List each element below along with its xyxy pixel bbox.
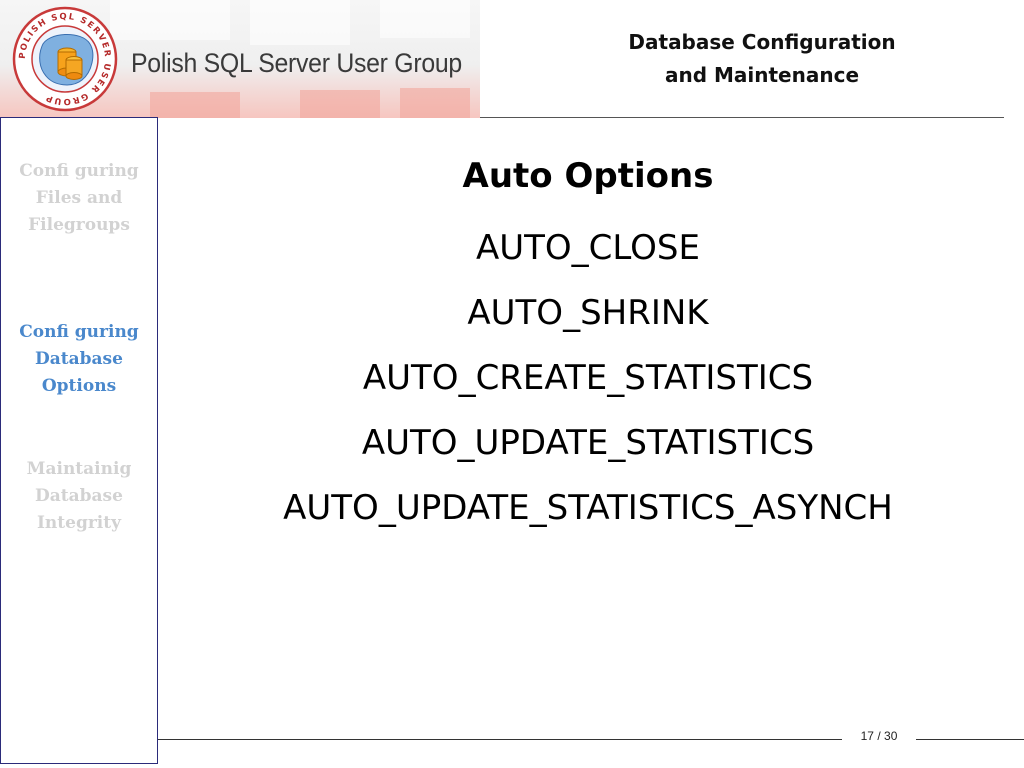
sidebar-item-database-options[interactable]: Confi guring Database Options: [1, 319, 157, 400]
group-logo-icon: POLISH SQL SERVER USER GROUP: [12, 6, 118, 112]
slide-title-line-1: Database Configuration: [628, 30, 896, 54]
sidebar-item-database-integrity[interactable]: Maintainig Database Integrity: [1, 456, 157, 537]
footer-divider-left: [158, 739, 842, 740]
option-auto-close: AUTO_CLOSE: [476, 228, 700, 268]
page-total: 30: [884, 729, 898, 743]
header-banner: POLISH SQL SERVER USER GROUP Polish SQL …: [0, 0, 480, 118]
footer-divider-right: [916, 739, 1024, 740]
brand-name: Polish SQL Server User Group: [131, 48, 462, 78]
page-number: 17 / 30: [846, 729, 912, 743]
sidebar-nav: Confi guring Files and Filegroups Confi …: [0, 117, 158, 764]
option-auto-create-statistics: AUTO_CREATE_STATISTICS: [362, 358, 814, 398]
page-separator: /: [877, 729, 881, 743]
section-heading: Auto Options: [462, 156, 714, 196]
slide-title-line-2: and Maintenance: [664, 63, 860, 87]
sidebar-item-files-filegroups[interactable]: Confi guring Files and Filegroups: [1, 158, 157, 239]
page-current: 17: [860, 729, 874, 743]
option-auto-shrink: AUTO_SHRINK: [467, 293, 709, 333]
slide-content: Auto Options AUTO_CLOSE AUTO_SHRINK AUTO…: [160, 150, 1016, 541]
option-auto-update-statistics-asynch: AUTO_UPDATE_STATISTICS_ASYNCH: [283, 488, 893, 528]
option-auto-update-statistics: AUTO_UPDATE_STATISTICS: [361, 423, 815, 463]
slide-title: Database Configuration and Maintenance: [520, 26, 1004, 92]
header-divider: [480, 117, 1004, 118]
